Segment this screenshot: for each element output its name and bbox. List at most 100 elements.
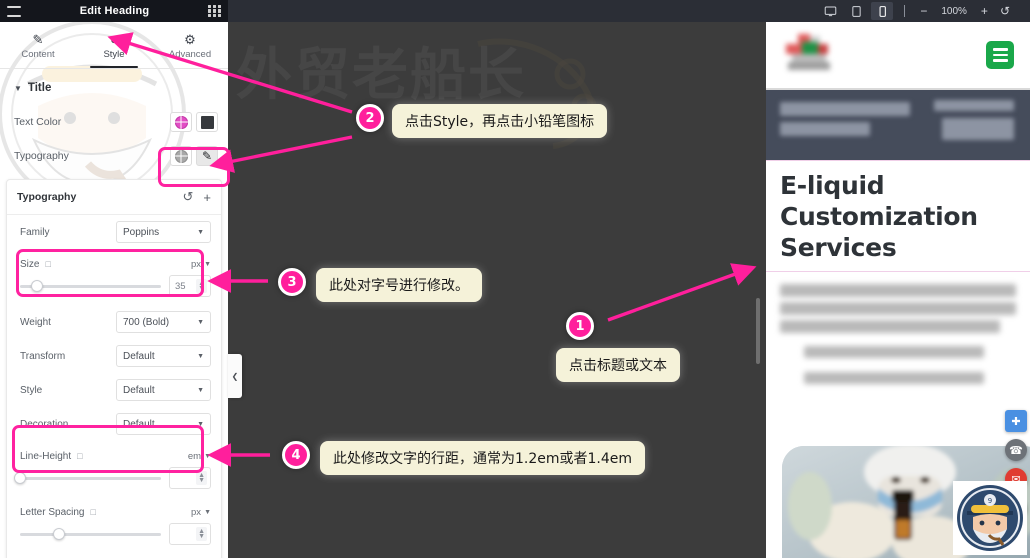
field-letterspacing-slider-row: ▲ ▼	[7, 521, 221, 553]
letterspacing-stepper[interactable]: ▲ ▼	[196, 527, 207, 541]
site-subnav	[766, 90, 1030, 160]
field-size-header: Size □ px ▼	[7, 249, 221, 273]
size-slider-track[interactable]	[20, 280, 161, 292]
typography-controls: ✎	[170, 146, 218, 166]
zoom-reset-button[interactable]: ↺	[1000, 4, 1010, 18]
hamburger-icon[interactable]	[7, 5, 21, 17]
decoration-select[interactable]: Default ▼	[116, 413, 211, 435]
field-transform: Transform Default ▼	[7, 339, 221, 373]
size-stepper[interactable]: ▲ ▼	[196, 279, 207, 293]
tab-style[interactable]: ◐ Style	[76, 22, 152, 68]
editor-settings-panel: ✎ Content ◐ Style ⚙ Advanced ▼ Title Tex…	[0, 22, 228, 558]
field-decoration-label: Decoration	[20, 418, 69, 430]
site-logo	[786, 34, 830, 70]
page-title: Edit Heading	[79, 5, 150, 17]
blurred-text-line	[804, 372, 984, 385]
annotation-3-bubble: 此处对字号进行修改。	[316, 268, 482, 302]
annotation-3-badge: 3	[278, 268, 306, 296]
lineheight-slider-track[interactable]	[14, 472, 161, 484]
tab-advanced[interactable]: ⚙ Advanced	[152, 22, 228, 66]
tab-style-label: Style	[103, 48, 125, 60]
color-swatch-button[interactable]	[196, 112, 218, 132]
size-slider-knob[interactable]	[30, 280, 43, 292]
weight-select[interactable]: 700 (Bold) ▼	[116, 311, 211, 333]
heading-widget[interactable]: E-liquid Customization Services	[766, 160, 1030, 273]
section-title-label: Title	[27, 82, 52, 94]
chevron-down-icon: ▼	[197, 318, 204, 326]
panel-collapse-handle[interactable]: ❮	[228, 354, 242, 398]
blurred-nav-text	[942, 118, 1014, 140]
size-unit-select[interactable]: px ▼	[191, 259, 211, 270]
tab-content[interactable]: ✎ Content	[0, 22, 76, 66]
size-number-input[interactable]: 35 ▲ ▼	[169, 275, 211, 297]
annotation-4-badge: 4	[282, 441, 310, 469]
responsive-device-icon[interactable]: □	[91, 507, 96, 517]
chevron-down-icon: ▼	[197, 352, 204, 360]
letterspacing-slider-knob[interactable]	[53, 528, 66, 540]
globe-icon[interactable]	[170, 146, 192, 166]
chevron-down-icon: ▼	[14, 83, 22, 93]
device-tablet-button[interactable]	[845, 2, 867, 20]
field-weight-label: Weight	[20, 316, 51, 328]
responsive-device-icon[interactable]: □	[45, 259, 50, 269]
mobile-preview: E-liquid Customization Services ✚ ☎ ✉ 9	[750, 22, 1030, 558]
body-paragraph	[766, 272, 1030, 346]
letterspacing-number-input[interactable]: ▲ ▼	[169, 523, 211, 545]
typography-add-icon[interactable]: +	[203, 190, 211, 205]
preview-page: E-liquid Customization Services ✚ ☎ ✉ 9	[766, 22, 1030, 558]
pencil-icon: ✎	[32, 31, 44, 47]
grid-apps-icon[interactable]	[208, 4, 221, 18]
field-family: Family Poppins ▼	[7, 215, 221, 249]
letterspacing-slider-track[interactable]	[20, 528, 161, 540]
family-select[interactable]: Poppins ▼	[116, 221, 211, 243]
site-header	[766, 22, 1030, 88]
text-color-controls	[170, 112, 218, 132]
lineheight-stepper[interactable]: ▲ ▼	[196, 471, 207, 485]
zoom-in-button[interactable]: +	[981, 4, 988, 18]
chevron-down-icon: ▼	[197, 228, 204, 236]
blurred-nav-text	[934, 100, 1014, 111]
annotation-2-bubble: 点击Style，再点击小铅笔图标	[392, 104, 608, 138]
style-select[interactable]: Default ▼	[116, 379, 211, 401]
panel-tabs: ✎ Content ◐ Style ⚙ Advanced	[0, 22, 228, 68]
annotation-2-badge: 2	[356, 104, 384, 132]
typography-reset-icon[interactable]: ↺	[183, 189, 194, 205]
device-desktop-button[interactable]	[819, 2, 841, 20]
lineheight-unit-select[interactable]: em ▼	[188, 451, 211, 462]
blurred-nav-text	[780, 102, 910, 116]
zoom-out-button[interactable]: −	[920, 4, 927, 18]
field-letterspacing-label: Letter Spacing	[20, 506, 85, 518]
lineheight-slider-knob[interactable]	[14, 472, 26, 484]
phone-button[interactable]: ☎	[1005, 439, 1027, 461]
typography-edit-pencil-icon[interactable]: ✎	[196, 146, 218, 166]
typography-label: Typography	[14, 150, 69, 162]
medical-cross-button[interactable]: ✚	[1005, 410, 1027, 432]
responsive-device-icon[interactable]: □	[77, 451, 82, 461]
blurred-nav-text	[780, 122, 870, 136]
preview-scrollbar[interactable]	[756, 298, 760, 364]
text-color-label: Text Color	[14, 116, 62, 128]
size-number-value: 35	[175, 280, 186, 292]
section-title[interactable]: ▼ Title	[0, 69, 228, 105]
typography-popover: Typography ↺ + Family Poppins ▼ Size □ p…	[6, 179, 222, 558]
field-lineheight-label: Line-Height	[20, 450, 72, 462]
svg-text:9: 9	[988, 497, 992, 505]
transform-select[interactable]: Default ▼	[116, 345, 211, 367]
family-select-value: Poppins	[123, 226, 160, 238]
chevron-down-icon: ▼	[204, 260, 211, 268]
letterspacing-unit-select[interactable]: px ▼	[191, 507, 211, 518]
zoom-level-value: 100%	[941, 5, 967, 17]
lineheight-number-input[interactable]: ▲ ▼	[169, 467, 211, 489]
field-letterspacing-header: Letter Spacing □ px ▼	[7, 497, 221, 521]
preview-scroll-gutter	[750, 22, 766, 558]
mobile-menu-button[interactable]	[986, 41, 1014, 69]
size-unit-value: px	[191, 258, 202, 270]
field-family-label: Family	[20, 226, 50, 238]
captain-logo-watermark: 9	[953, 481, 1027, 555]
topbar-left: Edit Heading	[0, 0, 228, 22]
field-style: Style Default ▼	[7, 373, 221, 407]
globe-icon[interactable]	[170, 112, 192, 132]
annotation-1-bubble: 点击标题或文本	[556, 348, 680, 382]
device-mobile-button[interactable]	[871, 2, 894, 20]
heading-text: E-liquid Customization Services	[780, 171, 978, 262]
